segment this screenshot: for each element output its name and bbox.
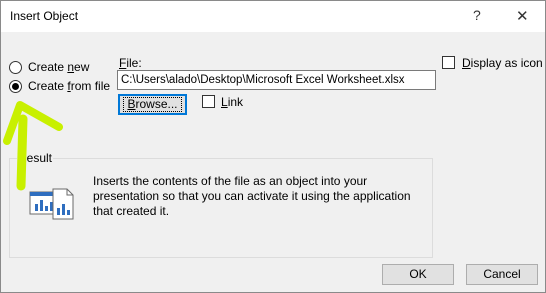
file-label: File: <box>119 56 142 70</box>
embedded-object-icon <box>29 186 75 223</box>
create-from-file-radio-circle[interactable] <box>9 79 22 93</box>
browse-button-label: Browse... <box>123 97 182 112</box>
browse-button[interactable]: Browse... <box>118 94 187 115</box>
insert-object-dialog: Insert Object ? ✕ Create new Create from… <box>0 0 546 293</box>
title-bar: Insert Object ? ✕ <box>1 1 545 32</box>
display-as-icon-checkbox[interactable] <box>442 56 455 69</box>
close-icon[interactable]: ✕ <box>516 7 529 25</box>
display-as-icon-label: Display as icon <box>462 56 543 70</box>
help-icon[interactable]: ? <box>473 7 481 23</box>
cancel-button[interactable]: Cancel <box>466 264 538 285</box>
link-checkbox[interactable] <box>202 95 215 108</box>
result-description: Inserts the contents of the file as an o… <box>93 174 411 218</box>
radio-selected-dot <box>12 82 19 90</box>
result-label: Result <box>17 151 54 165</box>
create-new-label: Create new <box>28 60 90 74</box>
create-new-radio[interactable]: Create new <box>9 60 89 74</box>
create-from-file-label: Create from file <box>28 79 111 93</box>
create-new-radio-circle[interactable] <box>9 60 22 74</box>
link-label: Link <box>221 95 244 109</box>
dialog-title: Insert Object <box>10 9 79 23</box>
create-from-file-radio[interactable]: Create from file <box>9 79 110 93</box>
file-path-input[interactable]: C:\Users\alado\Desktop\Microsoft Excel W… <box>117 70 436 90</box>
ok-button[interactable]: OK <box>382 264 454 285</box>
